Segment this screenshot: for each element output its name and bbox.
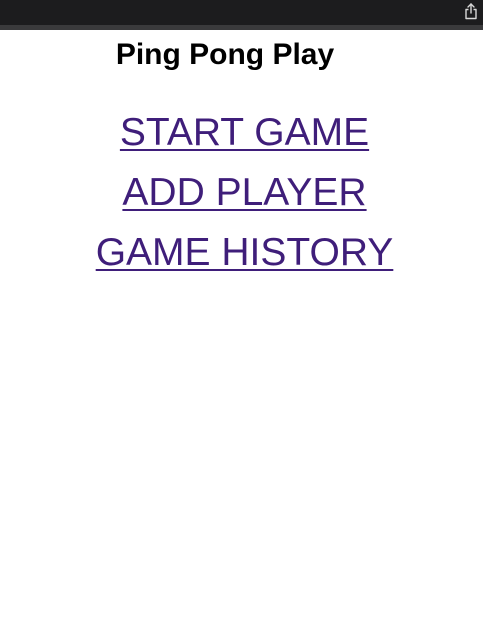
browser-toolbar	[0, 0, 483, 25]
game-history-link[interactable]: GAME HISTORY	[0, 223, 483, 283]
share-icon[interactable]	[464, 3, 478, 20]
main-content: Ping Pong Play START GAME ADD PLAYER GAM…	[0, 30, 483, 633]
page-title: Ping Pong Play	[115, 38, 335, 71]
start-game-link[interactable]: START GAME	[0, 103, 483, 163]
main-menu: START GAME ADD PLAYER GAME HISTORY	[0, 103, 483, 283]
add-player-link[interactable]: ADD PLAYER	[0, 163, 483, 223]
